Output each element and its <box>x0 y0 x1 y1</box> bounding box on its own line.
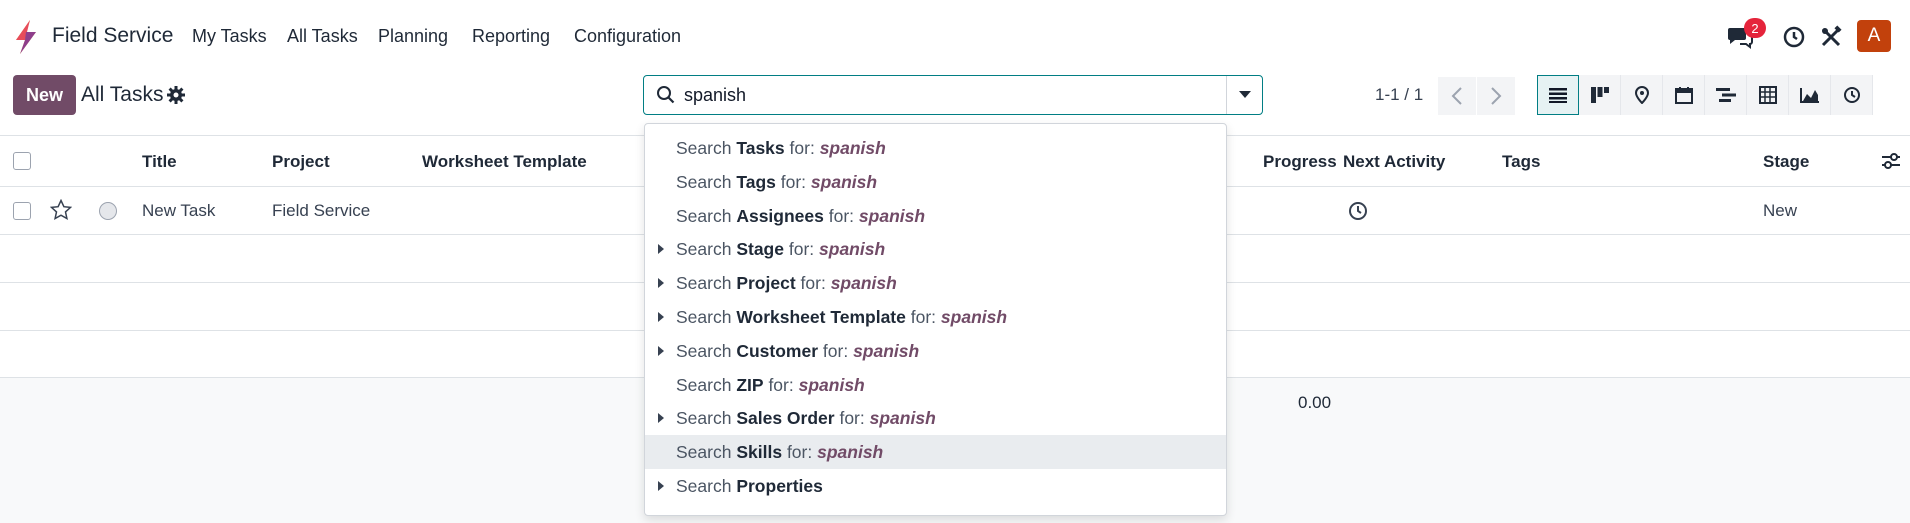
search-option-label: Search ZIP for: spanish <box>676 374 865 395</box>
pager-next-button[interactable] <box>1477 77 1515 115</box>
cell-project[interactable]: Field Service <box>272 201 370 221</box>
clock-icon <box>1843 87 1860 103</box>
breadcrumb-all-tasks: All Tasks <box>81 83 164 106</box>
list-icon <box>1549 88 1567 103</box>
menu-all-tasks[interactable]: All Tasks <box>287 26 358 47</box>
menu-my-tasks[interactable]: My Tasks <box>192 26 267 47</box>
activity-view-button[interactable] <box>1831 75 1873 115</box>
column-tags[interactable]: Tags <box>1502 152 1540 172</box>
pager-value[interactable]: 1-1 / 1 <box>1375 85 1423 105</box>
search-option-label: Search Skills for: spanish <box>676 442 884 463</box>
search-option-worksheet-template[interactable]: Search Worksheet Template for: spanish <box>645 300 1226 334</box>
kanban-view-button[interactable] <box>1579 75 1621 115</box>
cell-title[interactable]: New Task <box>142 201 215 221</box>
caret-right-icon[interactable] <box>658 244 664 255</box>
search-option-sales-order[interactable]: Search Sales Order for: spanish <box>645 401 1226 435</box>
column-worksheet-template[interactable]: Worksheet Template <box>422 152 587 172</box>
top-navbar: Field Service My Tasks All Tasks Plannin… <box>0 0 1910 73</box>
gear-icon[interactable] <box>166 85 186 105</box>
star-icon[interactable] <box>50 199 72 221</box>
search-bar <box>643 75 1263 115</box>
map-view-button[interactable] <box>1621 75 1663 115</box>
messages-count-badge: 2 <box>1744 18 1766 38</box>
search-icon <box>657 86 675 104</box>
search-option-label: Search Tasks for: spanish <box>676 138 886 158</box>
table-icon <box>1758 86 1777 104</box>
list-view-button[interactable] <box>1537 75 1579 115</box>
calendar-view-button[interactable] <box>1663 75 1705 115</box>
gantt-view-button[interactable] <box>1705 75 1747 115</box>
search-option-label: Search Properties <box>676 476 823 496</box>
chevron-right-icon <box>1491 87 1502 105</box>
user-avatar[interactable]: A <box>1857 20 1891 52</box>
view-switcher <box>1537 75 1873 115</box>
search-option-project[interactable]: Search Project for: spanish <box>645 266 1226 300</box>
column-stage[interactable]: Stage <box>1763 152 1809 172</box>
column-settings-icon[interactable] <box>1881 152 1901 170</box>
search-option-label: Search Tags for: spanish <box>676 171 878 192</box>
chevron-left-icon <box>1451 87 1462 105</box>
caret-right-icon[interactable] <box>658 278 664 289</box>
calendar-icon <box>1674 87 1693 104</box>
caret-right-icon[interactable] <box>658 413 664 424</box>
search-option-skills[interactable]: Search Skills for: spanish <box>645 435 1226 470</box>
caret-down-icon <box>1238 91 1251 98</box>
search-option-label: Search Project for: spanish <box>676 273 897 294</box>
caret-right-icon[interactable] <box>658 481 664 491</box>
search-option-customer[interactable]: Search Customer for: spanish <box>645 334 1226 368</box>
search-option-label: Search Stage for: spanish <box>676 239 886 260</box>
progress-total: 0.00 <box>1298 393 1332 412</box>
column-project[interactable]: Project <box>272 152 330 172</box>
app-name[interactable]: Field Service <box>52 24 173 48</box>
new-button[interactable]: New <box>13 75 76 115</box>
search-option-stage[interactable]: Search Stage for: spanish <box>645 232 1226 266</box>
gantt-icon <box>1715 88 1736 102</box>
search-input[interactable] <box>684 77 1204 113</box>
kanban-icon <box>1590 87 1609 103</box>
menu-planning[interactable]: Planning <box>378 26 448 47</box>
caret-right-icon[interactable] <box>658 312 664 322</box>
map-pin-icon <box>1634 86 1649 104</box>
menu-reporting[interactable]: Reporting <box>472 26 550 47</box>
activity-clock-icon[interactable] <box>1779 22 1809 52</box>
graph-view-button[interactable] <box>1789 75 1831 115</box>
pivot-view-button[interactable] <box>1747 75 1789 115</box>
menu-configuration[interactable]: Configuration <box>574 26 681 47</box>
activity-clock-icon[interactable] <box>1348 201 1368 221</box>
search-option-label: Search Assignees for: spanish <box>676 205 926 226</box>
search-option-properties[interactable]: Search Properties <box>645 469 1226 503</box>
column-title[interactable]: Title <box>142 152 177 172</box>
select-all-checkbox[interactable] <box>13 152 31 170</box>
column-progress[interactable]: Progress <box>1263 152 1337 172</box>
status-dot[interactable] <box>99 202 117 220</box>
search-option-tasks[interactable]: Search Tasks for: spanish <box>645 131 1226 165</box>
search-options-toggle[interactable] <box>1226 76 1262 114</box>
pager-previous-button[interactable] <box>1438 77 1476 115</box>
search-option-label: Search Customer for: spanish <box>676 340 920 361</box>
search-autocomplete-dropdown: Search Tasks for: spanish Search Tags for… <box>644 123 1227 516</box>
cell-stage[interactable]: New <box>1763 201 1797 221</box>
search-option-label: Search Sales Order for: spanish <box>676 408 936 429</box>
area-chart-icon <box>1799 88 1819 103</box>
column-next-activity[interactable]: Next Activity <box>1343 152 1445 172</box>
caret-right-icon[interactable] <box>658 345 664 356</box>
search-option-label: Search Worksheet Template for: spanish <box>676 307 1008 327</box>
search-option-zip[interactable]: Search ZIP for: spanish <box>645 368 1226 402</box>
row-checkbox[interactable] <box>13 202 31 220</box>
search-option-assignees[interactable]: Search Assignees for: spanish <box>645 199 1226 233</box>
tools-icon[interactable] <box>1816 22 1846 52</box>
search-option-tags[interactable]: Search Tags for: spanish <box>645 165 1226 199</box>
field-service-logo-icon[interactable] <box>12 20 38 54</box>
